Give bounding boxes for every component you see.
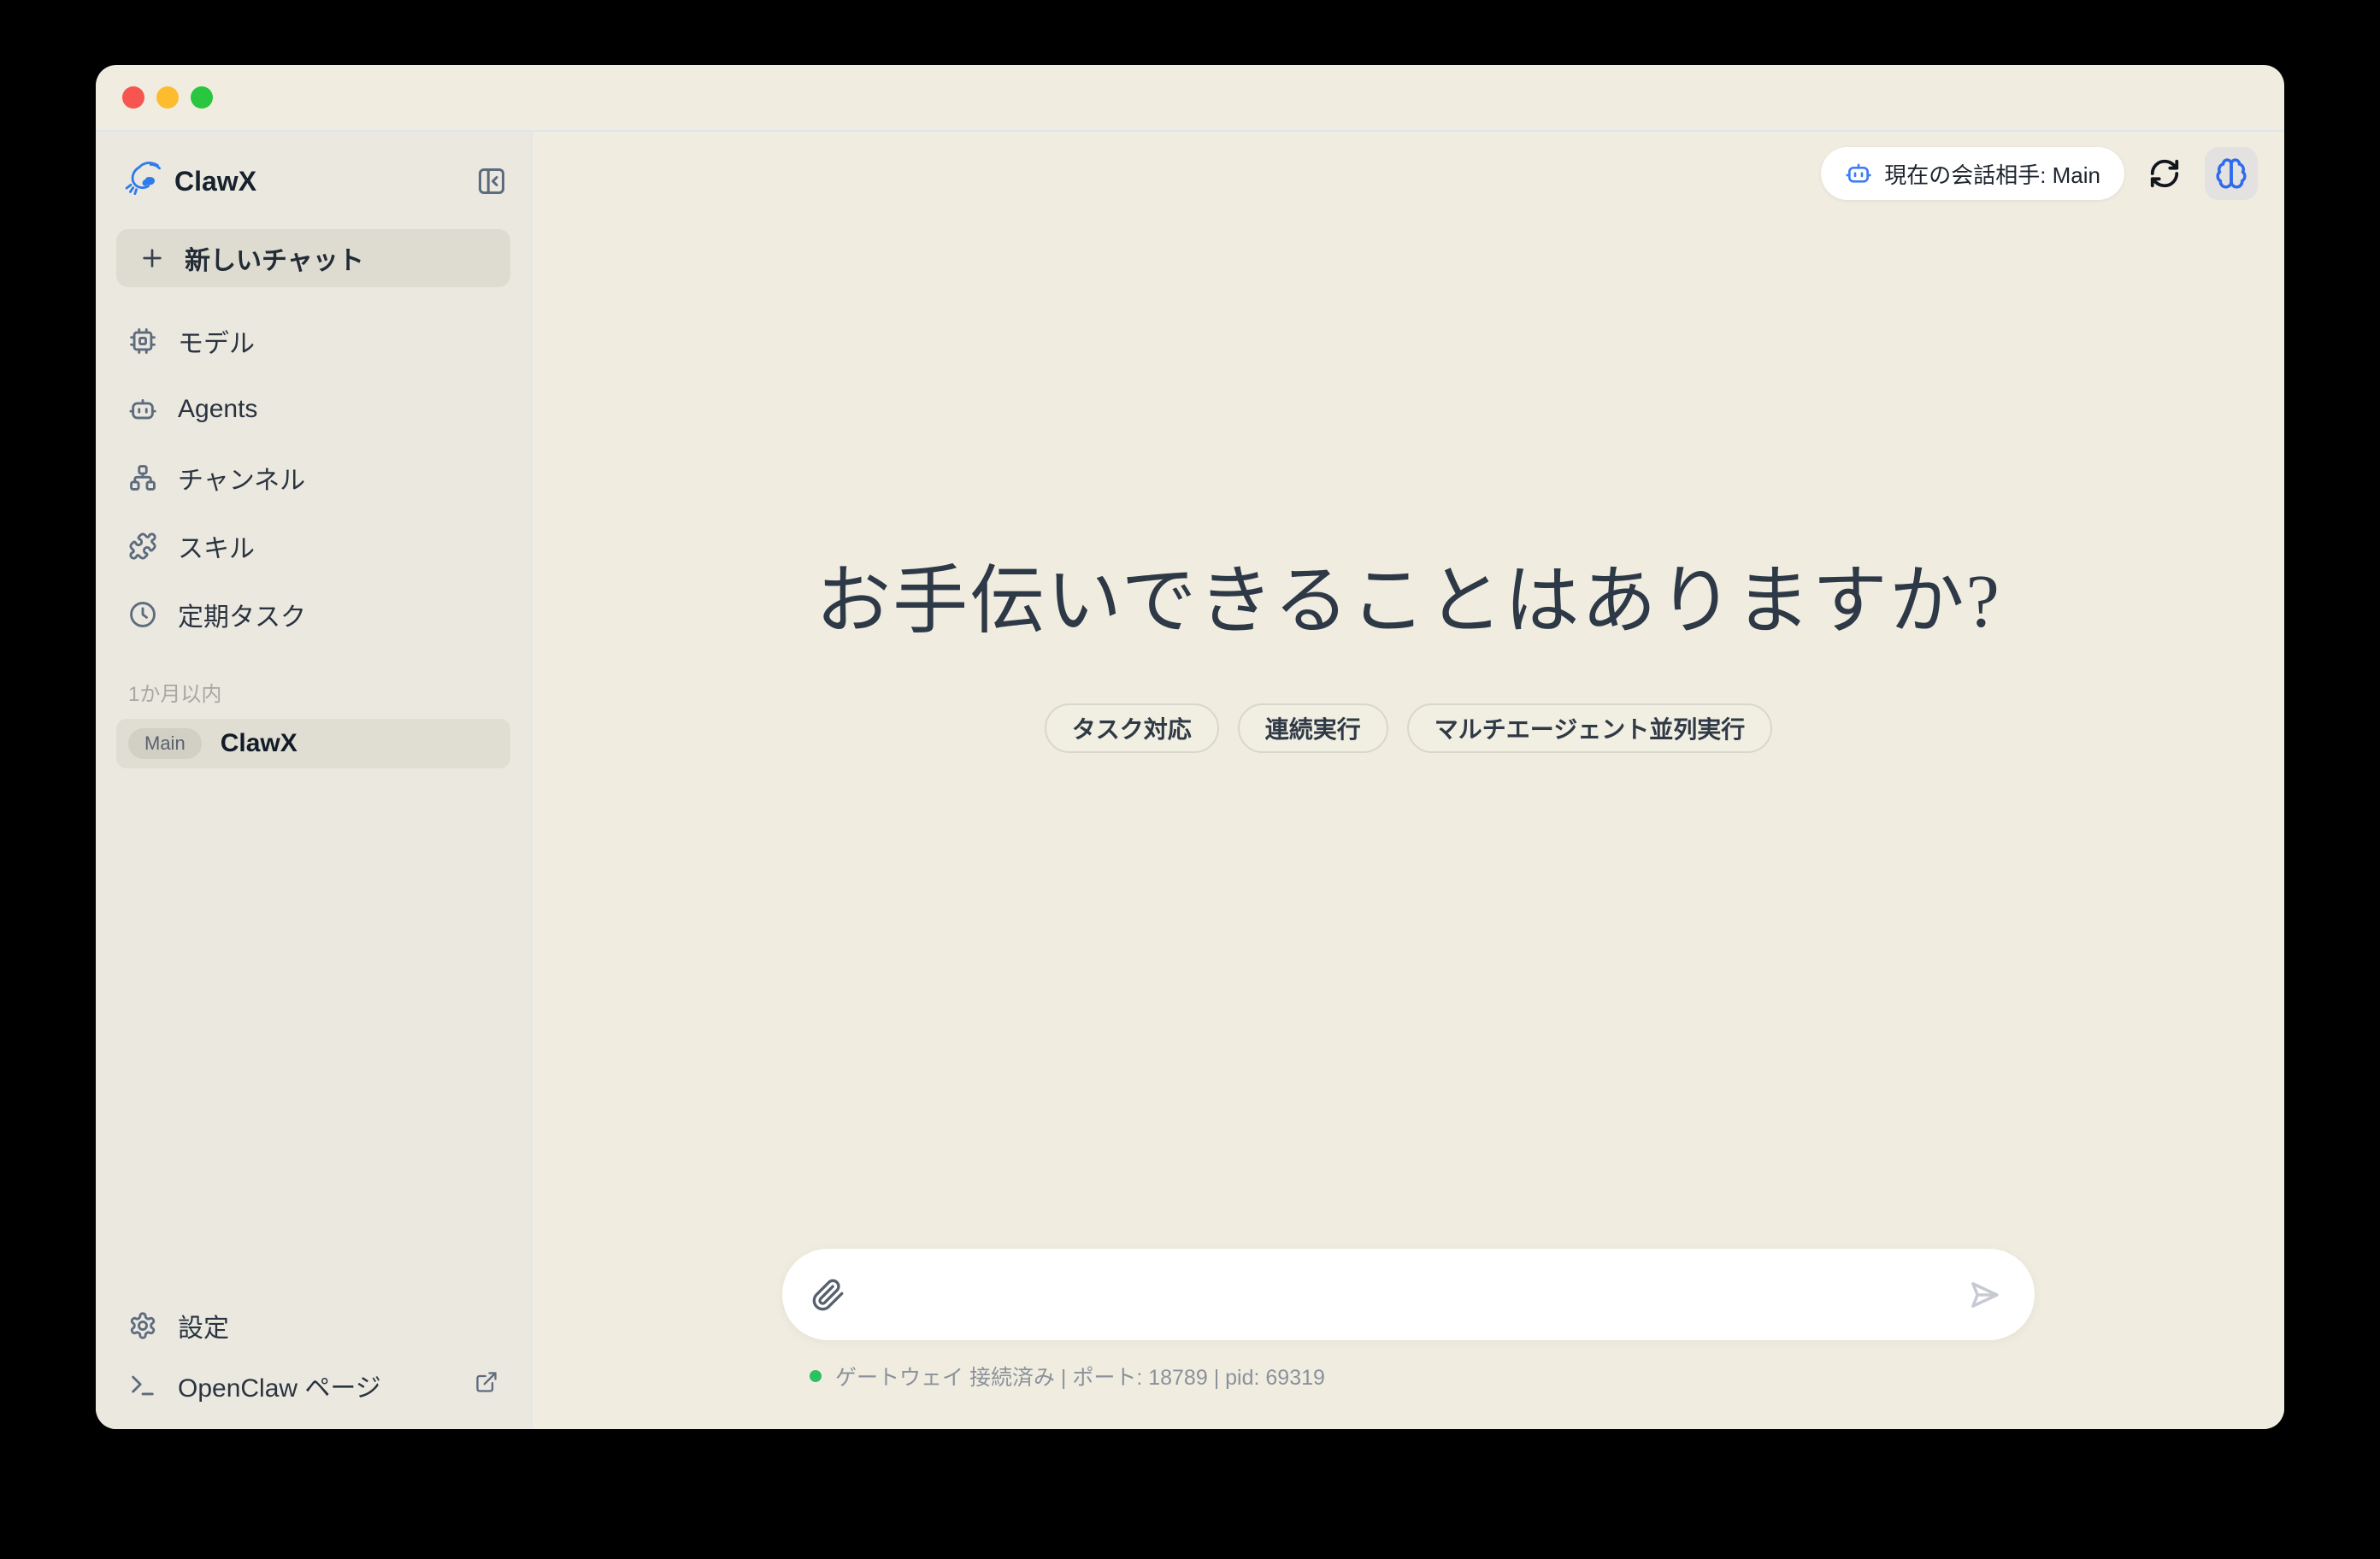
sidebar-item-channels[interactable]: チャンネル	[116, 448, 510, 508]
sidebar-item-label: チャンネル	[178, 459, 305, 497]
network-icon	[128, 463, 157, 492]
sidebar-item-label: モデル	[178, 322, 255, 360]
message-input[interactable]	[866, 1249, 1946, 1340]
main-area: 現在の会話相手: Main	[533, 132, 2284, 1429]
connection-status-dot	[810, 1370, 822, 1382]
suggestion-chip-task[interactable]: タスク対応	[1045, 703, 1219, 753]
app-window: ClawX 新しいチャット	[96, 65, 2284, 1429]
attach-file-button[interactable]	[811, 1278, 845, 1312]
gateway-status: ゲートウェイ 接続済み | ポート: 18789 | pid: 69319	[782, 1361, 2035, 1391]
plus-icon	[138, 244, 166, 272]
top-controls: 現在の会話相手: Main	[1821, 147, 2258, 200]
clawx-logo-icon	[120, 159, 164, 203]
refresh-button[interactable]	[2148, 157, 2181, 190]
sidebar-item-label: 設定	[178, 1307, 229, 1344]
paperclip-icon	[811, 1278, 845, 1312]
suggestion-chip-multiagent[interactable]: マルチエージェント並列実行	[1407, 703, 1772, 753]
gateway-status-text: ゲートウェイ 接続済み | ポート: 18789 | pid: 69319	[835, 1361, 1325, 1391]
sidebar-item-label: 定期タスク	[178, 596, 306, 633]
chat-title: ClawX	[221, 729, 298, 758]
current-conversation-label: 現在の会話相手: Main	[1884, 158, 2100, 190]
robot-icon	[128, 395, 157, 424]
terminal-icon	[128, 1371, 157, 1400]
sidebar-item-settings[interactable]: 設定	[116, 1296, 510, 1356]
send-icon	[1966, 1277, 2002, 1313]
gear-icon	[128, 1311, 157, 1340]
cpu-icon	[128, 327, 157, 356]
sidebar-header: ClawX	[116, 154, 510, 209]
close-button[interactable]	[122, 86, 144, 109]
sidebar-item-agents[interactable]: Agents	[116, 379, 510, 439]
composer-area: ゲートウェイ 接続済み | ポート: 18789 | pid: 69319	[533, 1249, 2284, 1391]
hero: お手伝いできることはありますか? タスク対応 連続実行 マルチエージェント並列実…	[533, 132, 2284, 1429]
external-link-icon	[474, 1370, 498, 1401]
minimize-button[interactable]	[156, 86, 179, 109]
collapse-sidebar-icon[interactable]	[476, 166, 507, 197]
current-conversation-button[interactable]: 現在の会話相手: Main	[1821, 147, 2124, 200]
send-button[interactable]	[1966, 1277, 2002, 1313]
title-bar[interactable]	[96, 65, 2284, 132]
zoom-button[interactable]	[191, 86, 213, 109]
sidebar-item-label: OpenClaw ページ	[178, 1367, 381, 1404]
history-section-label: 1か月以内	[116, 677, 510, 707]
sidebar-item-label: スキル	[178, 527, 255, 565]
refresh-icon	[2148, 157, 2181, 190]
brain-icon	[2215, 157, 2247, 190]
new-chat-button[interactable]: 新しいチャット	[116, 229, 510, 287]
suggestion-chip-continuous[interactable]: 連続実行	[1238, 703, 1388, 753]
message-composer[interactable]	[782, 1249, 2035, 1340]
brain-button[interactable]	[2205, 147, 2258, 200]
clock-icon	[128, 600, 157, 629]
robot-icon	[1845, 160, 1872, 187]
window-content: ClawX 新しいチャット	[96, 132, 2284, 1429]
main-badge: Main	[128, 728, 202, 759]
suggestion-chips: タスク対応 連続実行 マルチエージェント並列実行	[1045, 703, 1772, 753]
sidebar-item-skills[interactable]: スキル	[116, 516, 510, 576]
new-chat-label: 新しいチャット	[185, 239, 364, 277]
puzzle-icon	[128, 532, 157, 561]
sidebar-spacer	[116, 768, 510, 1296]
sidebar-item-label: Agents	[178, 395, 257, 424]
chat-history-item[interactable]: Main ClawX	[116, 719, 510, 768]
sidebar-item-openclaw-page[interactable]: OpenClaw ページ	[116, 1356, 510, 1415]
sidebar-item-scheduled-tasks[interactable]: 定期タスク	[116, 585, 510, 644]
sidebar-item-models[interactable]: モデル	[116, 311, 510, 371]
sidebar: ClawX 新しいチャット	[96, 132, 533, 1429]
app-title: ClawX	[174, 166, 256, 197]
sidebar-nav: モデル Agents	[116, 311, 510, 644]
greeting-heading: お手伝いできることはありますか?	[816, 540, 2001, 649]
